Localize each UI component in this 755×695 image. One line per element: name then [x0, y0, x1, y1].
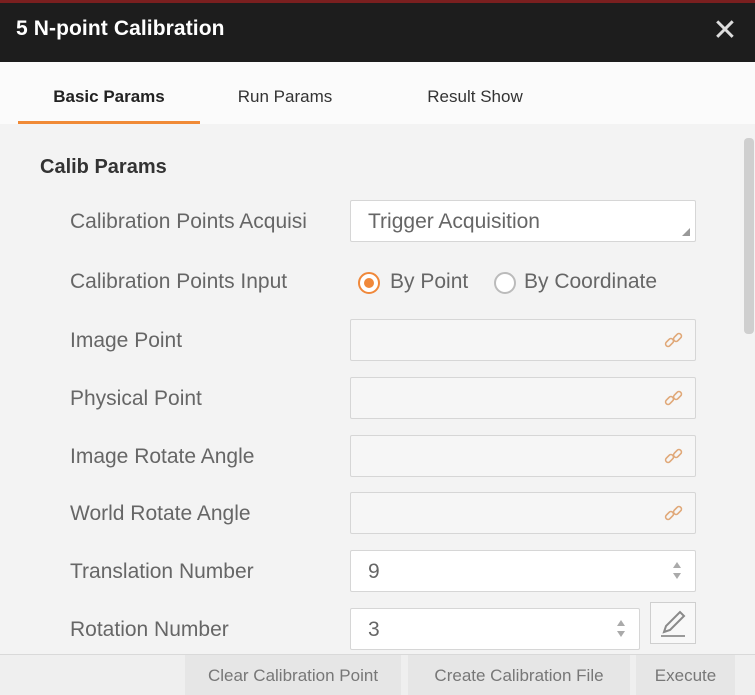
- radio-by-point[interactable]: [358, 272, 380, 294]
- radio-by-coordinate-label[interactable]: By Coordinate: [524, 270, 657, 294]
- title-bar: 5 N-point Calibration ✕: [0, 0, 755, 62]
- execute-button[interactable]: Execute: [636, 655, 735, 695]
- pencil-icon: [661, 610, 686, 637]
- edit-button[interactable]: [650, 602, 696, 644]
- image-rotate-angle-field[interactable]: [350, 435, 696, 477]
- footer-bar: Clear Calibration Point Create Calibrati…: [0, 654, 755, 695]
- acquisition-label: Calibration Points Acquisi: [70, 210, 307, 233]
- dropdown-corner-icon: [682, 228, 690, 236]
- translation-number-value: 9: [368, 560, 380, 583]
- input-mode-label: Calibration Points Input: [70, 270, 288, 293]
- link-icon[interactable]: [663, 388, 685, 410]
- image-point-label: Image Point: [70, 329, 183, 352]
- link-icon[interactable]: [663, 330, 685, 352]
- acquisition-select[interactable]: Trigger Acquisition: [350, 200, 696, 242]
- dialog-title: 5 N-point Calibration: [16, 17, 225, 40]
- n-point-calibration-dialog: 5 N-point Calibration ✕ Basic Params Run…: [0, 0, 755, 695]
- acquisition-value: Trigger Acquisition: [368, 210, 540, 233]
- radio-by-coordinate[interactable]: [494, 272, 516, 294]
- stepper-icon[interactable]: [673, 560, 683, 584]
- tab-basic-params[interactable]: Basic Params: [18, 62, 200, 124]
- image-rotate-angle-label: Image Rotate Angle: [70, 445, 255, 468]
- create-calibration-file-button[interactable]: Create Calibration File: [408, 655, 630, 695]
- link-icon[interactable]: [663, 503, 685, 525]
- translation-number-input[interactable]: 9: [350, 550, 696, 592]
- tab-result-show[interactable]: Result Show: [390, 62, 560, 124]
- tab-run-params[interactable]: Run Params: [210, 62, 360, 124]
- clear-calibration-point-button[interactable]: Clear Calibration Point: [185, 655, 401, 695]
- link-icon[interactable]: [663, 446, 685, 468]
- translation-number-label: Translation Number: [70, 560, 254, 583]
- tab-bar: Basic Params Run Params Result Show: [0, 62, 755, 125]
- physical-point-label: Physical Point: [70, 387, 202, 410]
- params-panel: Calib Params Calibration Points Acquisi …: [0, 124, 755, 654]
- section-title: Calib Params: [40, 156, 167, 178]
- radio-by-point-label[interactable]: By Point: [390, 270, 468, 294]
- image-point-field[interactable]: [350, 319, 696, 361]
- rotation-number-input[interactable]: 3: [350, 608, 640, 650]
- rotation-number-value: 3: [368, 618, 380, 641]
- close-icon[interactable]: ✕: [711, 13, 739, 49]
- world-rotate-angle-field[interactable]: [350, 492, 696, 534]
- stepper-icon[interactable]: [617, 618, 627, 642]
- world-rotate-angle-label: World Rotate Angle: [70, 502, 251, 525]
- rotation-number-label: Rotation Number: [70, 618, 229, 641]
- physical-point-field[interactable]: [350, 377, 696, 419]
- vertical-scrollbar[interactable]: [744, 138, 754, 334]
